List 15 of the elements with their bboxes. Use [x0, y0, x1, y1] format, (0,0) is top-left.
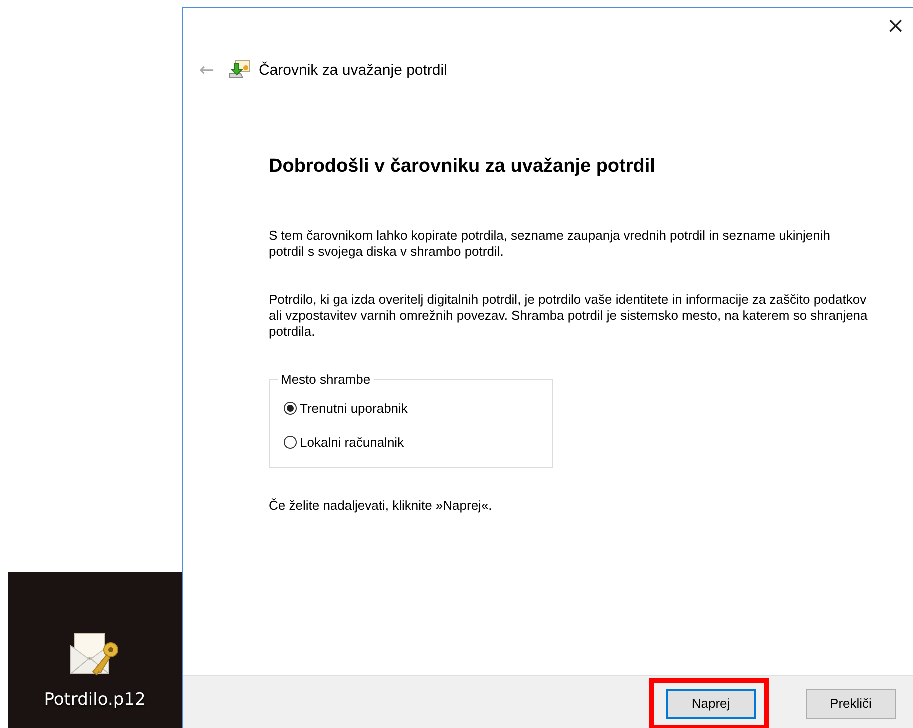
instruction-text: Če želite nadaljevati, kliknite »Naprej«. [269, 498, 494, 513]
radio-icon[interactable] [284, 436, 297, 448]
radio-option[interactable]: Trenutni uporabnik [284, 391, 408, 425]
dialog-button[interactable]: Prekliči [806, 688, 896, 718]
description-paragraph: Potrdilo, ki ga izda overitelj digitalnih potrdil, je potrdilo vaše identitete in informacije za zaščito podatkov ali vzpostavitev varnih omrežnih povezav. Shramba potrdil je sistemsko mesto, na katerem so shranjena potrdila. [269, 292, 869, 340]
radio-icon[interactable] [284, 402, 297, 414]
welcome-heading: Dobrodošli v čarovniku za uvažanje potrdil [269, 156, 656, 178]
window-title: Čarovnik za uvažanje potrdil [259, 62, 448, 78]
group-label: Mesto shrambe [280, 372, 372, 387]
close-button[interactable]: × [880, 14, 911, 38]
dialog-button[interactable]: Naprej [666, 688, 756, 718]
description-paragraph: S tem čarovnikom lahko kopirate potrdila, sezname zaupanja vrednih potrdil in sezname ukinjenih potrdil s svojega diska v shrambo potrdil. [269, 228, 832, 260]
radio-option[interactable]: Lokalni računalnik [284, 425, 404, 459]
file-name[interactable]: Potrdilo.p12 [44, 690, 146, 710]
certificate-import-icon [229, 60, 251, 80]
